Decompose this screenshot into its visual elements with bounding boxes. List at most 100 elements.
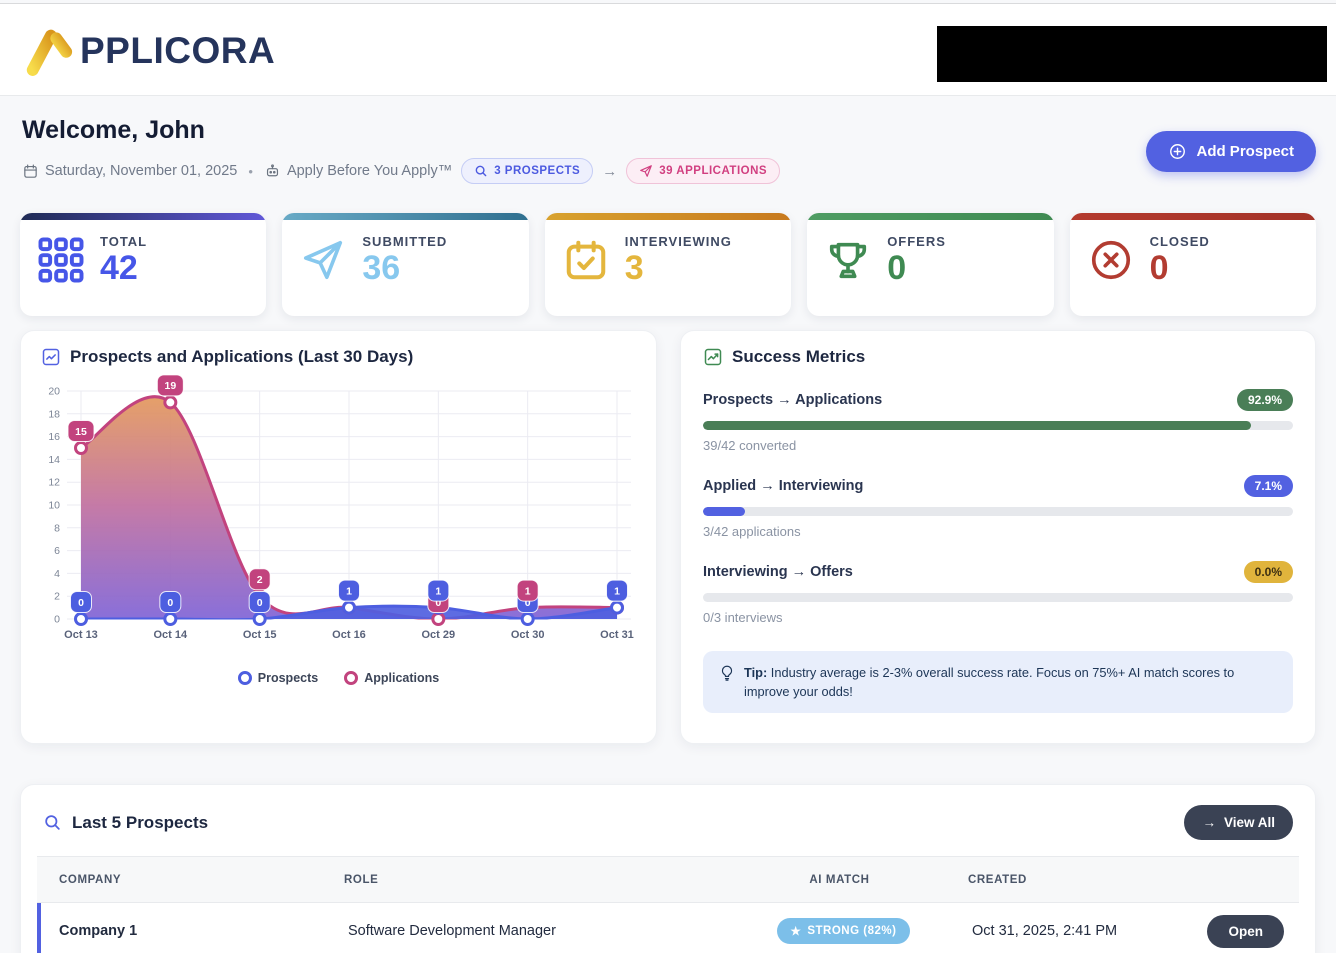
- legend-item-applications[interactable]: Applications: [344, 671, 439, 685]
- stats-row: TOTAL 42 SUBMITTED 36: [20, 213, 1316, 316]
- app-logo[interactable]: PPLICORA: [20, 22, 275, 80]
- stat-card-total[interactable]: TOTAL 42: [20, 213, 266, 316]
- add-prospect-label: Add Prospect: [1196, 143, 1294, 160]
- svg-text:1: 1: [435, 585, 441, 597]
- svg-text:15: 15: [75, 426, 87, 438]
- svg-text:6: 6: [54, 545, 60, 557]
- metric-label: Applied → Interviewing: [703, 478, 863, 494]
- svg-text:Oct 30: Oct 30: [511, 629, 545, 641]
- stat-label: CLOSED: [1150, 234, 1210, 249]
- trending-up-icon: [703, 347, 723, 367]
- applications-chip[interactable]: 39 APPLICATIONS: [626, 158, 780, 184]
- stat-card-offers[interactable]: OFFERS 0: [807, 213, 1053, 316]
- calendar-icon: [22, 163, 39, 180]
- svg-text:1: 1: [614, 585, 620, 597]
- tip-box: Tip: Industry average is 2-3% overall su…: [703, 651, 1293, 713]
- prospects-chip-label: 3 PROSPECTS: [494, 165, 580, 177]
- legend-swatch: [238, 671, 252, 685]
- metrics-title: Success Metrics: [732, 347, 865, 367]
- date-text: Saturday, November 01, 2025: [45, 163, 237, 179]
- star-icon: ★: [791, 924, 802, 938]
- lightbulb-icon: [718, 664, 736, 682]
- paper-plane-icon: [300, 237, 346, 283]
- dashboard-page: PPLICORA Welcome, John Saturday, Novembe…: [0, 0, 1336, 953]
- svg-text:18: 18: [48, 408, 60, 420]
- view-all-label: View All: [1224, 815, 1275, 830]
- stat-card-closed[interactable]: CLOSED 0: [1070, 213, 1316, 316]
- table-row[interactable]: Company 1 Software Development Manager ★…: [37, 903, 1299, 953]
- tagline-item: Apply Before You Apply™: [264, 163, 452, 180]
- stat-card-interviewing[interactable]: INTERVIEWING 3: [545, 213, 791, 316]
- svg-text:Oct 31: Oct 31: [600, 629, 634, 641]
- chart-title: Prospects and Applications (Last 30 Days…: [70, 347, 413, 367]
- svg-text:10: 10: [48, 500, 60, 512]
- legend-label: Applications: [364, 671, 439, 685]
- stat-value: 0: [1150, 251, 1210, 287]
- stat-accent-bar: [1070, 213, 1316, 220]
- metric-subtext: 0/3 interviews: [703, 610, 1293, 625]
- stat-value: 3: [625, 251, 732, 287]
- add-prospect-button[interactable]: Add Prospect: [1146, 131, 1316, 172]
- x-circle-icon: [1088, 237, 1134, 283]
- svg-text:16: 16: [48, 431, 60, 443]
- svg-text:0: 0: [167, 597, 173, 609]
- open-button[interactable]: Open: [1207, 915, 1284, 948]
- col-header-role: ROLE: [344, 874, 737, 886]
- legend-item-prospects[interactable]: Prospects: [238, 671, 318, 685]
- svg-text:Oct 29: Oct 29: [422, 629, 456, 641]
- svg-text:2: 2: [54, 591, 60, 603]
- svg-text:Oct 16: Oct 16: [332, 629, 366, 641]
- ai-match-label: STRONG (82%): [807, 925, 896, 937]
- metric-label: Prospects → Applications: [703, 392, 882, 408]
- flow-arrow: →: [602, 163, 617, 180]
- search-icon: [43, 813, 62, 832]
- logo-text: PPLICORA: [80, 30, 275, 72]
- grid-icon: [38, 237, 84, 283]
- stat-card-submitted[interactable]: SUBMITTED 36: [282, 213, 528, 316]
- line-chart-icon: [41, 347, 61, 367]
- metric-subtext: 3/42 applications: [703, 524, 1293, 539]
- stat-accent-bar: [20, 213, 266, 220]
- cell-role: Software Development Manager: [348, 923, 741, 939]
- svg-text:20: 20: [48, 386, 60, 398]
- robot-icon: [264, 163, 281, 180]
- arrow-right-icon: →: [1202, 815, 1216, 830]
- svg-text:4: 4: [54, 568, 60, 580]
- paper-plane-icon: [639, 164, 653, 178]
- metric-percent-badge: 7.1%: [1244, 475, 1293, 497]
- meta-separator: •: [246, 164, 255, 179]
- progress-fill: [703, 507, 745, 516]
- applications-chip-label: 39 APPLICATIONS: [659, 165, 767, 177]
- stat-label: SUBMITTED: [362, 234, 447, 249]
- trend-chart-panel: Prospects and Applications (Last 30 Days…: [20, 330, 657, 744]
- tip-label: Tip:: [744, 665, 767, 680]
- logo-mark-icon: [20, 22, 78, 80]
- tagline-text: Apply Before You Apply™: [287, 163, 452, 179]
- search-icon: [474, 164, 488, 178]
- cell-created: Oct 31, 2025, 2:41 PM: [946, 923, 1196, 939]
- svg-text:Oct 14: Oct 14: [154, 629, 189, 641]
- svg-text:14: 14: [48, 454, 60, 466]
- view-all-button[interactable]: → View All: [1184, 805, 1293, 840]
- stat-value: 36: [362, 251, 447, 287]
- progress-track: [703, 507, 1293, 516]
- success-metrics-panel: Success Metrics Prospects → Applications…: [680, 330, 1316, 744]
- svg-text:Oct 13: Oct 13: [64, 629, 98, 641]
- stat-value: 42: [100, 251, 147, 287]
- progress-track: [703, 421, 1293, 430]
- stat-label: OFFERS: [887, 234, 946, 249]
- svg-text:0: 0: [78, 597, 84, 609]
- tip-text: Tip: Industry average is 2-3% overall su…: [744, 663, 1278, 701]
- tip-body: Industry average is 2-3% overall success…: [744, 665, 1234, 699]
- stat-accent-bar: [545, 213, 791, 220]
- date-item: Saturday, November 01, 2025: [22, 163, 237, 180]
- app-header: PPLICORA: [0, 4, 1336, 96]
- svg-text:Oct 15: Oct 15: [243, 629, 277, 641]
- svg-text:19: 19: [164, 380, 176, 392]
- prospects-chip[interactable]: 3 PROSPECTS: [461, 158, 593, 184]
- svg-text:8: 8: [54, 522, 60, 534]
- col-header-created: CREATED: [942, 874, 1192, 886]
- trend-chart: 02468101214161820Oct 13Oct 14Oct 15Oct 1…: [33, 375, 643, 667]
- col-header-ai-match: AI MATCH: [737, 874, 942, 886]
- progress-track: [703, 593, 1293, 602]
